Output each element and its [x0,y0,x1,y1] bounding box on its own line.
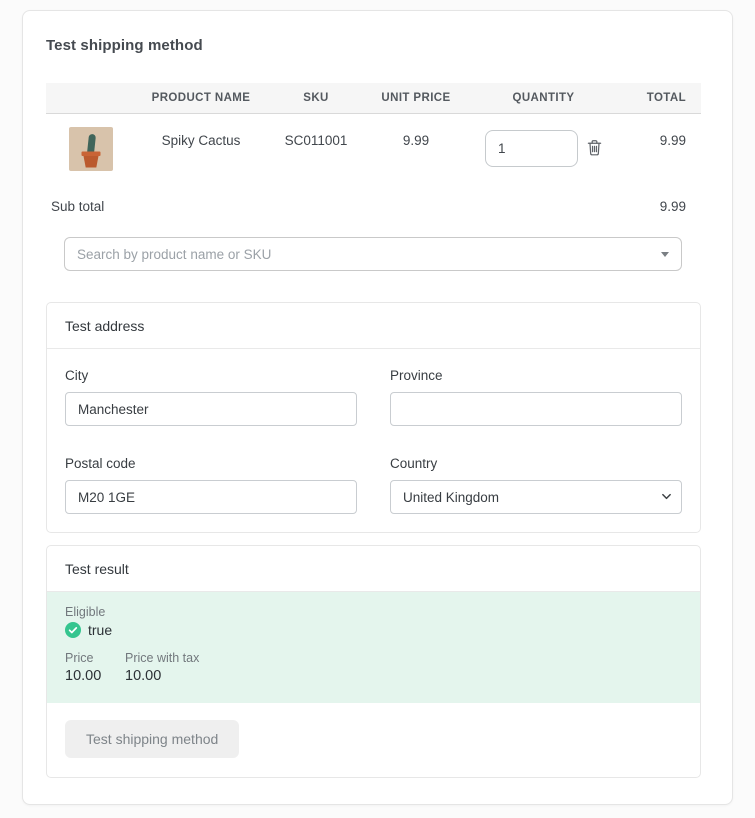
price-with-tax-value: 10.00 [125,668,199,684]
price-value: 10.00 [65,668,105,684]
delete-product-button[interactable] [587,139,602,156]
test-address-card: Test address City Province Postal code C… [46,302,701,533]
country-label: Country [390,456,682,471]
column-header-unit-price: UNIT PRICE [366,83,466,114]
country-select-wrap: United Kingdom [390,480,682,514]
city-field-group: City [65,368,357,426]
test-shipping-method-button[interactable]: Test shipping method [65,720,239,758]
test-result-card: Test result Eligible true Price 10. [46,545,701,778]
subtotal-row: Sub total 9.99 [46,199,701,214]
postal-code-input[interactable] [65,480,357,514]
quantity-input[interactable] [485,130,578,167]
province-label: Province [390,368,682,383]
product-quantity-cell [466,114,621,196]
product-image-cell [46,114,136,196]
product-unit-price: 9.99 [366,114,466,196]
column-header-total: TOTAL [621,83,701,114]
page-title: Test shipping method [46,37,710,54]
column-header-image [46,83,136,114]
postal-code-field-group: Postal code [65,456,357,514]
price-with-tax-column: Price with tax 10.00 [125,651,199,684]
page-background: Test shipping method PRODUCT NAME SKU UN… [0,0,755,818]
result-button-row: Test shipping method [47,703,700,777]
product-search-combobox [64,237,682,271]
table-header-row: PRODUCT NAME SKU UNIT PRICE QUANTITY TOT… [46,83,701,114]
product-name: Spiky Cactus [136,114,266,196]
price-label: Price [65,651,105,665]
column-header-product-name: PRODUCT NAME [136,83,266,114]
test-address-form: City Province Postal code Country United… [47,349,700,532]
product-table: PRODUCT NAME SKU UNIT PRICE QUANTITY TOT… [46,83,701,195]
eligible-label: Eligible [65,605,682,619]
product-row: Spiky Cactus SC011001 9.99 [46,114,701,196]
product-total: 9.99 [621,114,701,196]
cactus-photo-placeholder [69,127,113,171]
province-field-group: Province [390,368,682,426]
column-header-quantity: QUANTITY [466,83,621,114]
product-image [69,127,113,171]
price-results: Price 10.00 Price with tax 10.00 [65,651,682,684]
eligible-value-row: true [65,622,682,638]
subtotal-label: Sub total [51,199,104,214]
column-header-sku: SKU [266,83,366,114]
subtotal-value: 9.99 [660,199,686,214]
test-shipping-method-card: Test shipping method PRODUCT NAME SKU UN… [22,10,733,805]
price-with-tax-label: Price with tax [125,651,199,665]
price-column: Price 10.00 [65,651,105,684]
eligible-value: true [88,622,112,638]
postal-code-label: Postal code [65,456,357,471]
result-panel: Eligible true Price 10.00 [47,592,700,703]
product-search-input[interactable] [64,237,682,271]
dropdown-caret-icon[interactable] [661,252,669,257]
check-circle-icon [65,622,81,638]
province-input[interactable] [390,392,682,426]
city-input[interactable] [65,392,357,426]
product-sku: SC011001 [266,114,366,196]
trash-icon [587,144,602,159]
test-result-title: Test result [47,546,700,592]
country-select[interactable]: United Kingdom [390,480,682,514]
country-field-group: Country United Kingdom [390,456,682,514]
test-address-title: Test address [47,303,700,349]
city-label: City [65,368,357,383]
